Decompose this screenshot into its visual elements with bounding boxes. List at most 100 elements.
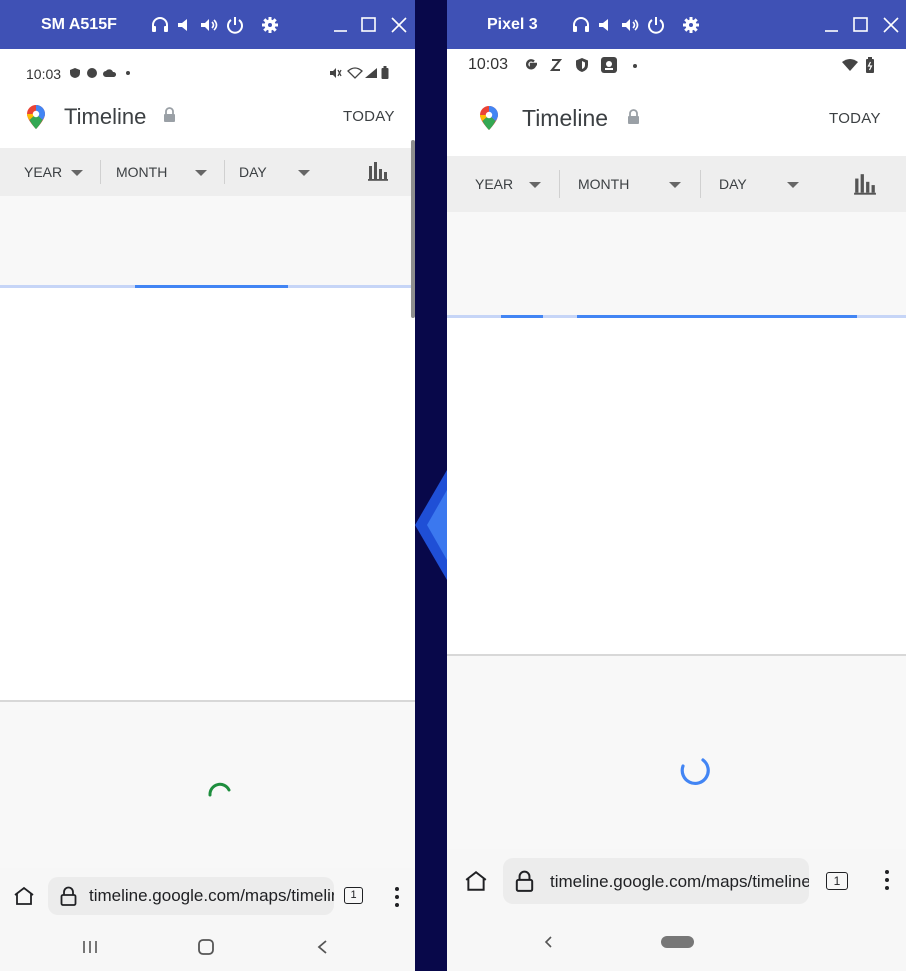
secure-lock-icon <box>60 886 77 906</box>
map-loading-panel <box>0 196 415 286</box>
date-filter-bar: YEAR MONTH DAY <box>447 156 906 212</box>
home-icon[interactable] <box>464 870 488 892</box>
volume-down-icon[interactable] <box>596 15 616 35</box>
tab-switcher-button[interactable]: 1 <box>344 887 363 904</box>
volume-up-icon[interactable] <box>620 15 640 35</box>
window-titlebar: SM A515F <box>0 0 415 49</box>
bottom-sheet <box>447 656 906 849</box>
home-gesture-pill[interactable] <box>661 936 694 948</box>
day-dropdown[interactable]: DAY <box>239 164 267 180</box>
map-loading-panel <box>447 212 906 315</box>
filter-divider <box>700 170 701 198</box>
wifi-icon <box>842 59 858 71</box>
settings-gear-icon[interactable] <box>260 15 280 35</box>
mute-icon <box>330 68 342 78</box>
home-nav-icon[interactable] <box>197 938 215 956</box>
more-options-icon[interactable] <box>393 886 401 908</box>
window-titlebar: Pixel 3 <box>447 0 906 49</box>
month-caret-icon[interactable] <box>195 170 207 176</box>
month-dropdown[interactable]: MONTH <box>116 164 167 180</box>
stats-chart-icon[interactable] <box>367 160 389 182</box>
lock-icon <box>164 107 175 122</box>
stats-chart-icon[interactable] <box>853 172 877 196</box>
url-text: timeline.google.com/maps/timeline <box>89 886 334 905</box>
year-dropdown[interactable]: YEAR <box>24 164 62 180</box>
device-name: SM A515F <box>41 16 117 33</box>
signal-icon <box>365 68 377 78</box>
device-window-pixel-3: Pixel 3 10:03 Timeline TODAY YEAR MONTH … <box>447 0 906 971</box>
battery-icon <box>381 66 389 79</box>
status-time: 10:03 <box>468 56 509 73</box>
loading-progress-bar-secondary <box>501 315 543 318</box>
url-field[interactable]: timeline.google.com/maps/timeline <box>503 858 809 904</box>
day-dropdown[interactable]: DAY <box>719 176 747 192</box>
maximize-icon[interactable] <box>851 15 871 35</box>
close-icon[interactable] <box>389 15 409 35</box>
back-nav-icon[interactable] <box>543 935 553 949</box>
battery-icon <box>866 57 874 73</box>
page-title: Timeline <box>64 104 147 129</box>
shield-icon <box>70 68 80 78</box>
more-options-icon[interactable] <box>883 868 891 892</box>
browser-address-bar: timeline.google.com/maps/timeline 1 <box>0 868 415 924</box>
recent-apps-icon[interactable] <box>82 940 98 954</box>
browser-address-bar: timeline.google.com/maps/timeline 1 <box>447 849 906 915</box>
headphones-icon[interactable] <box>571 15 591 35</box>
settings-gear-icon[interactable] <box>681 15 701 35</box>
year-caret-icon[interactable] <box>71 170 83 176</box>
url-field[interactable]: timeline.google.com/maps/timeline <box>48 877 334 915</box>
loading-progress-bar <box>577 315 857 318</box>
minimize-icon[interactable] <box>331 15 351 35</box>
basketball-icon <box>87 68 97 78</box>
android-status-bar: 10:03 <box>0 49 415 83</box>
volume-down-icon[interactable] <box>175 15 195 35</box>
tab-switcher-button[interactable]: 1 <box>826 872 848 890</box>
wifi-icon <box>347 67 363 79</box>
month-dropdown[interactable]: MONTH <box>578 176 629 192</box>
day-caret-icon[interactable] <box>787 182 799 188</box>
status-time: 10:03 <box>26 66 62 82</box>
assistant-icon <box>601 57 617 73</box>
android-status-bar: 10:03 <box>447 49 906 80</box>
shield-icon <box>576 58 588 72</box>
loading-progress-bar <box>135 285 288 288</box>
month-caret-icon[interactable] <box>669 182 681 188</box>
cloud-icon <box>103 69 117 77</box>
page-title: Timeline <box>522 105 609 131</box>
loading-spinner <box>208 782 231 797</box>
device-window-sm-a515f: SM A515F 10:03 Timeline TODAY YEAR MONTH… <box>0 0 415 971</box>
google-g-icon <box>525 59 537 70</box>
back-nav-icon[interactable] <box>316 939 328 955</box>
home-icon[interactable] <box>13 886 35 906</box>
timeline-app-bar: Timeline TODAY <box>447 80 906 156</box>
url-text: timeline.google.com/maps/timeline <box>550 872 809 891</box>
google-maps-pin-icon <box>27 105 45 129</box>
notification-dot <box>633 64 637 68</box>
headphones-icon[interactable] <box>150 15 170 35</box>
scrollbar-thumb[interactable] <box>411 140 415 318</box>
year-dropdown[interactable]: YEAR <box>475 176 513 192</box>
device-name: Pixel 3 <box>487 16 538 33</box>
today-button[interactable]: TODAY <box>343 108 395 125</box>
filter-divider <box>224 160 225 184</box>
timeline-app-bar: Timeline TODAY <box>0 83 415 148</box>
loading-spinner <box>680 758 710 785</box>
notification-dot <box>126 71 130 75</box>
maximize-icon[interactable] <box>359 15 379 35</box>
desktop-arrow-decoration <box>415 470 447 580</box>
secure-lock-icon <box>515 870 534 892</box>
power-icon[interactable] <box>646 15 666 35</box>
google-maps-pin-icon <box>480 106 498 130</box>
year-caret-icon[interactable] <box>529 182 541 188</box>
date-filter-bar: YEAR MONTH DAY <box>0 148 415 196</box>
minimize-icon[interactable] <box>822 15 842 35</box>
filter-divider <box>100 160 101 184</box>
close-icon[interactable] <box>881 15 901 35</box>
filter-divider <box>559 170 560 198</box>
volume-up-icon[interactable] <box>199 15 219 35</box>
android-navigation-bar <box>0 924 415 971</box>
day-caret-icon[interactable] <box>298 170 310 176</box>
power-icon[interactable] <box>225 15 245 35</box>
sync-icon <box>549 59 563 71</box>
today-button[interactable]: TODAY <box>829 110 881 127</box>
